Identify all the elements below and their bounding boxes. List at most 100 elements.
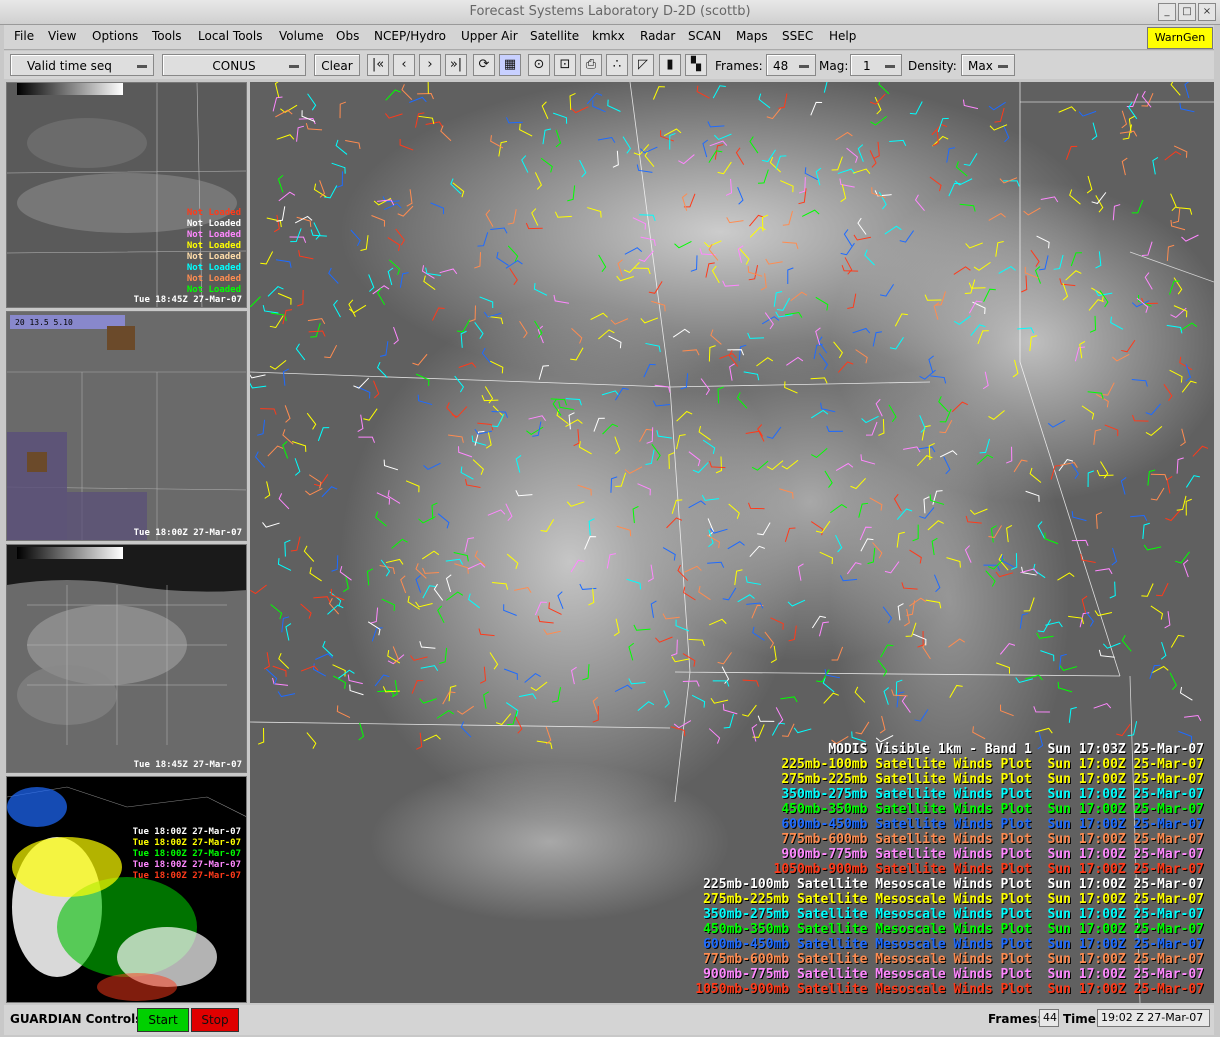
legend-row: MODIS Visible 1km - Band 1 Sun 17:03Z 25… — [828, 742, 1204, 757]
menu-scan[interactable]: SCAN — [688, 29, 721, 43]
side-panel-1[interactable]: Not Loaded Not Loaded Not Loaded Not Loa… — [6, 82, 247, 308]
timestamp-line: Tue 18:00Z 27-Mar-07 — [132, 838, 241, 848]
mag-select[interactable]: 1 — [850, 54, 902, 76]
side-panel-3[interactable]: Tue 18:45Z 27-Mar-07 — [6, 544, 247, 773]
dropdown-icon — [885, 65, 895, 68]
menu-view[interactable]: View — [48, 29, 76, 43]
last-frame-icon[interactable]: »| — [445, 54, 467, 76]
menu-upper-air[interactable]: Upper Air — [461, 29, 518, 43]
not-loaded-item: Not Loaded — [186, 219, 241, 229]
start-button[interactable]: Start — [137, 1008, 189, 1032]
legend-row: 600mb-450mb Satellite Winds Plot Sun 17:… — [781, 817, 1204, 832]
legend-row: 350mb-275mb Satellite Mesoscale Winds Pl… — [703, 907, 1204, 922]
window-title: Forecast Systems Laboratory D-2D (scottb… — [469, 4, 751, 19]
density-select[interactable]: Max — [961, 54, 1015, 76]
scale-select[interactable]: CONUS — [162, 54, 306, 76]
points-icon[interactable]: ∴ — [606, 54, 628, 76]
legend-row: 225mb-100mb Satellite Mesoscale Winds Pl… — [703, 877, 1204, 892]
mag-label: Mag: — [819, 59, 849, 73]
frames-label: Frames: — [715, 59, 763, 73]
toolbar: Valid time seq CONUS Clear |« ‹ › »| ⟳ ▦… — [4, 51, 1214, 79]
panel-1-timestamp: Tue 18:45Z 27-Mar-07 — [133, 295, 242, 305]
frames-value: 48 — [773, 59, 789, 73]
menu-options[interactable]: Options — [92, 29, 138, 43]
legend-row: 600mb-450mb Satellite Mesoscale Winds Pl… — [703, 937, 1204, 952]
single-panel-icon[interactable]: ▮ — [659, 54, 681, 76]
menu-radar[interactable]: Radar — [640, 29, 675, 43]
zoom-icon[interactable]: ⊡ — [554, 54, 576, 76]
close-icon[interactable]: × — [1198, 3, 1216, 21]
legend-row: 900mb-775mb Satellite Mesoscale Winds Pl… — [703, 967, 1204, 982]
clear-button[interactable]: Clear — [314, 54, 360, 76]
density-value: Max — [968, 59, 993, 73]
dropdown-icon — [137, 65, 147, 68]
draw-line-icon[interactable]: ◸ — [632, 54, 654, 76]
density-label: Density: — [908, 59, 957, 73]
menu-file[interactable]: File — [14, 29, 34, 43]
image-properties-icon[interactable]: ▦ — [499, 54, 521, 76]
not-loaded-item: Not Loaded — [186, 241, 241, 251]
legend-row: 450mb-350mb Satellite Winds Plot Sun 17:… — [781, 802, 1204, 817]
time-field: 19:02 Z 27-Mar-07 — [1097, 1009, 1210, 1027]
not-loaded-item: Not Loaded — [186, 274, 241, 284]
first-frame-icon[interactable]: |« — [367, 54, 389, 76]
legend-row: 1050mb-900mb Satellite Mesoscale Winds P… — [695, 982, 1204, 997]
side-panel-2[interactable]: 20 13.5 5.10 Tue 18:00Z 27-Mar-07 — [6, 311, 247, 541]
print-icon[interactable]: ⎙ — [580, 54, 602, 76]
timestamp-line: Tue 18:00Z 27-Mar-07 — [132, 860, 241, 870]
menu-local-tools[interactable]: Local Tools — [198, 29, 262, 43]
legend-row: 1050mb-900mb Satellite Winds Plot Sun 17… — [773, 862, 1204, 877]
legend-row: 225mb-100mb Satellite Winds Plot Sun 17:… — [781, 757, 1204, 772]
menu-ssec[interactable]: SSEC — [782, 29, 813, 43]
guardian-label: GUARDIAN Controls: — [10, 1012, 148, 1026]
grayscale-colorbar — [17, 83, 123, 95]
menu-ncep-hydro[interactable]: NCEP/Hydro — [374, 29, 446, 43]
frames-status-label: Frames: — [988, 1012, 1043, 1026]
menu-obs[interactable]: Obs — [336, 29, 359, 43]
stop-button[interactable]: Stop — [191, 1008, 239, 1032]
not-loaded-item: Not Loaded — [186, 252, 241, 262]
timestamp-line: Tue 18:00Z 27-Mar-07 — [132, 849, 241, 859]
next-frame-icon[interactable]: › — [419, 54, 441, 76]
legend-row: 450mb-350mb Satellite Mesoscale Winds Pl… — [703, 922, 1204, 937]
main-map-display[interactable]: MODIS Visible 1km - Band 1 Sun 17:03Z 25… — [250, 82, 1214, 1003]
dropdown-icon — [799, 65, 809, 68]
dropdown-icon — [998, 65, 1008, 68]
menu-satellite[interactable]: Satellite — [530, 29, 579, 43]
mag-value: 1 — [863, 59, 871, 73]
legend-row: 350mb-275mb Satellite Winds Plot Sun 17:… — [781, 787, 1204, 802]
menu-kmkx[interactable]: kmkx — [592, 29, 625, 43]
timestamp-line: Tue 18:00Z 27-Mar-07 — [132, 827, 241, 837]
menu-help[interactable]: Help — [829, 29, 856, 43]
four-panel-icon[interactable]: ▚ — [685, 54, 707, 76]
legend-row: 275mb-225mb Satellite Winds Plot Sun 17:… — [781, 772, 1204, 787]
loop-icon[interactable]: ⟳ — [473, 54, 495, 76]
menu-tools[interactable]: Tools — [152, 29, 182, 43]
not-loaded-item: Not Loaded — [186, 263, 241, 273]
panel-4-winds-map — [7, 786, 246, 1001]
menu-maps[interactable]: Maps — [736, 29, 768, 43]
time-label: Time: — [1063, 1012, 1101, 1026]
panel-2-map: 20 13.5 5.10 — [7, 315, 246, 540]
panel-3-map — [7, 547, 246, 772]
time-mode-select[interactable]: Valid time seq — [10, 54, 154, 76]
panel-4-timestamps: Tue 18:00Z 27-Mar-07 Tue 18:00Z 27-Mar-0… — [133, 827, 241, 882]
side-panel-4[interactable]: Tue 18:00Z 27-Mar-07 Tue 18:00Z 27-Mar-0… — [6, 776, 247, 1003]
not-loaded-item: Not Loaded — [186, 208, 241, 218]
menu-bar: File View Options Tools Local Tools Volu… — [4, 25, 1214, 50]
scale-value: CONUS — [212, 59, 256, 73]
maximize-icon[interactable]: □ — [1178, 3, 1196, 21]
menu-volume[interactable]: Volume — [279, 29, 324, 43]
frames-select[interactable]: 48 — [766, 54, 816, 76]
warngen-button[interactable]: WarnGen — [1147, 27, 1213, 49]
map-legend: MODIS Visible 1km - Band 1 Sun 17:03Z 25… — [695, 742, 1204, 997]
refresh-icon[interactable]: ⊙ — [528, 54, 550, 76]
panel-2-timestamp: Tue 18:00Z 27-Mar-07 — [133, 528, 242, 538]
title-bar: Forecast Systems Laboratory D-2D (scottb… — [0, 0, 1220, 25]
time-mode-value: Valid time seq — [27, 59, 112, 73]
minimize-icon[interactable]: _ — [1158, 3, 1176, 21]
prev-frame-icon[interactable]: ‹ — [393, 54, 415, 76]
legend-row: 775mb-600mb Satellite Mesoscale Winds Pl… — [703, 952, 1204, 967]
dropdown-icon — [289, 65, 299, 68]
legend-row: 775mb-600mb Satellite Winds Plot Sun 17:… — [781, 832, 1204, 847]
